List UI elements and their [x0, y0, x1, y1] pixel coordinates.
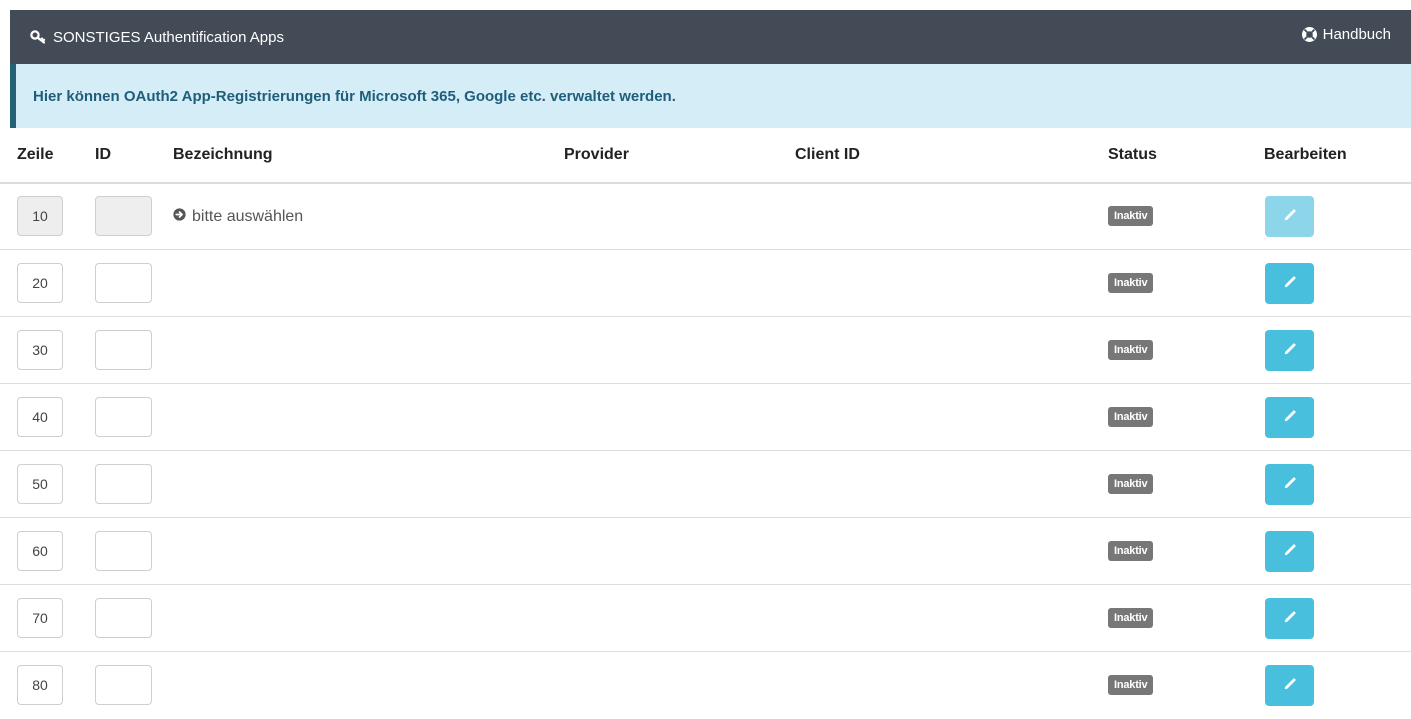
edit-button[interactable]	[1265, 263, 1314, 304]
manual-label: Handbuch	[1322, 26, 1391, 43]
table-row: 10 bitte auswählen Inaktiv	[0, 183, 1411, 250]
edit-button[interactable]	[1265, 531, 1314, 572]
arrow-circle-right-icon	[173, 207, 186, 226]
bezeichnung-text: bitte auswählen	[192, 207, 304, 225]
edit-button[interactable]	[1265, 330, 1314, 371]
status-badge: Inaktiv	[1108, 340, 1154, 360]
zeile-input[interactable]: 30	[17, 330, 63, 370]
id-input[interactable]	[95, 330, 152, 370]
id-input[interactable]	[95, 397, 152, 437]
edit-button[interactable]	[1265, 665, 1314, 706]
column-header-zeile: Zeile	[17, 146, 54, 163]
table-row: 40 Inaktiv	[0, 384, 1411, 451]
info-text: Hier können OAuth2 App-Registrierungen f…	[33, 87, 676, 105]
status-badge: Inaktiv	[1108, 474, 1154, 494]
column-header-provider: Provider	[564, 146, 629, 163]
table-row: 50 Inaktiv	[0, 451, 1411, 518]
table-header: Zeile ID Bezeichnung Provider Client ID …	[0, 128, 1411, 184]
status-badge: Inaktiv	[1108, 608, 1154, 628]
manual-link[interactable]: Handbuch	[1301, 26, 1391, 43]
zeile-input[interactable]: 50	[17, 464, 63, 504]
column-header-bearbeiten: Bearbeiten	[1264, 146, 1347, 163]
lifebuoy-icon	[1301, 26, 1318, 43]
id-input[interactable]	[95, 263, 152, 303]
page-title-text: SONSTIGES Authentification Apps	[53, 28, 284, 46]
info-alert: Hier können OAuth2 App-Registrierungen f…	[10, 64, 1411, 128]
pencil-icon	[1283, 341, 1297, 360]
pencil-icon	[1283, 207, 1297, 226]
table-row: 70 Inaktiv	[0, 585, 1411, 652]
id-input[interactable]	[95, 196, 152, 236]
bezeichnung-select[interactable]: bitte auswählen	[173, 183, 303, 250]
status-badge: Inaktiv	[1108, 541, 1154, 561]
zeile-input[interactable]: 40	[17, 397, 63, 437]
zeile-input[interactable]: 70	[17, 598, 63, 638]
zeile-input[interactable]: 80	[17, 665, 63, 705]
zeile-input[interactable]: 60	[17, 531, 63, 571]
pencil-icon	[1283, 274, 1297, 293]
edit-button[interactable]	[1265, 598, 1314, 639]
pencil-icon	[1283, 408, 1297, 427]
edit-button[interactable]	[1265, 196, 1314, 237]
column-header-id: ID	[95, 146, 111, 163]
table-row: 80 Inaktiv	[0, 652, 1411, 719]
column-header-bezeichnung: Bezeichnung	[173, 146, 273, 163]
pencil-icon	[1283, 676, 1297, 695]
pencil-icon	[1283, 475, 1297, 494]
edit-button[interactable]	[1265, 397, 1314, 438]
id-input[interactable]	[95, 598, 152, 638]
status-badge: Inaktiv	[1108, 206, 1154, 226]
zeile-input[interactable]: 20	[17, 263, 63, 303]
table-row: 20 Inaktiv	[0, 250, 1411, 317]
page-title: SONSTIGES Authentification Apps	[30, 10, 284, 64]
pencil-icon	[1283, 609, 1297, 628]
edit-button[interactable]	[1265, 464, 1314, 505]
id-input[interactable]	[95, 464, 152, 504]
id-input[interactable]	[95, 531, 152, 571]
status-badge: Inaktiv	[1108, 675, 1154, 695]
status-badge: Inaktiv	[1108, 273, 1154, 293]
column-header-client-id: Client ID	[795, 146, 860, 163]
table-row: 30 Inaktiv	[0, 317, 1411, 384]
key-icon	[30, 30, 46, 44]
header-bar: SONSTIGES Authentification Apps Handbuch	[10, 10, 1411, 64]
table-row: 60 Inaktiv	[0, 518, 1411, 585]
column-header-status: Status	[1108, 146, 1157, 163]
zeile-input[interactable]: 10	[17, 196, 63, 236]
pencil-icon	[1283, 542, 1297, 561]
status-badge: Inaktiv	[1108, 407, 1154, 427]
id-input[interactable]	[95, 665, 152, 705]
